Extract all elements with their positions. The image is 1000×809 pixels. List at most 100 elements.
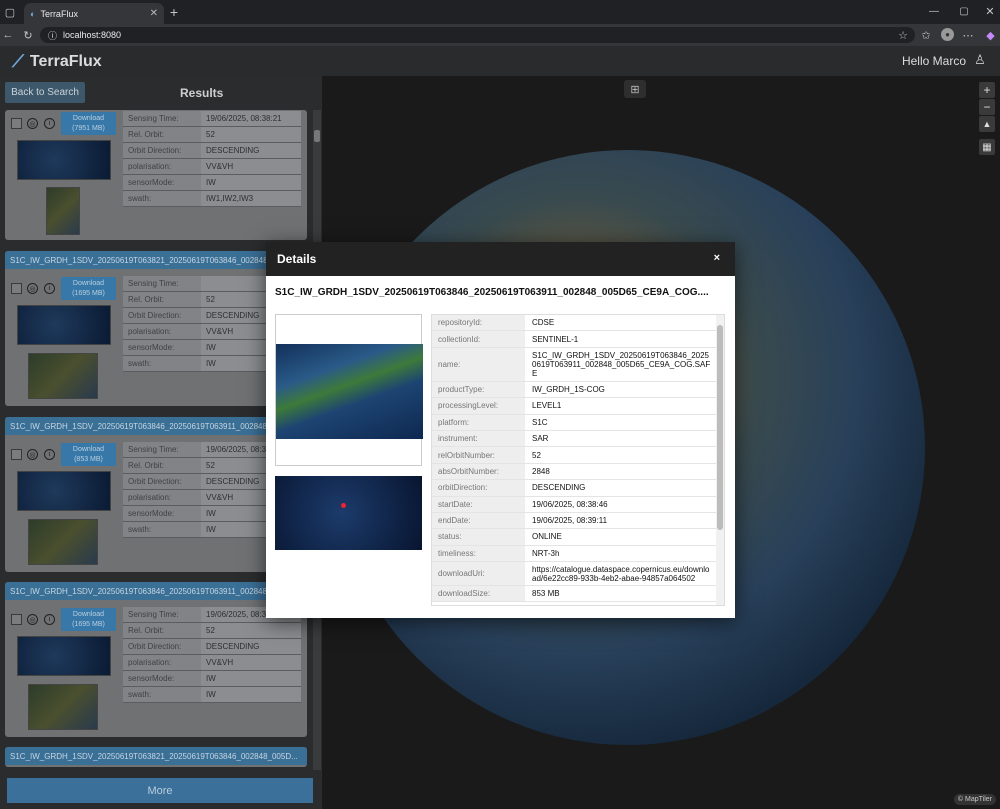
- download-button[interactable]: Download (1695 MB): [61, 608, 116, 631]
- card-title[interactable]: S1C_IW_GRDH_1SDV_20250619T063846_2025061…: [5, 582, 307, 600]
- info-icon[interactable]: i: [44, 283, 55, 294]
- reload-icon[interactable]: ↻: [22, 28, 34, 42]
- user-icon[interactable]: ♙: [973, 52, 987, 68]
- scrollbar-thumb[interactable]: [717, 325, 723, 530]
- attr-key: sensorMode:: [123, 340, 201, 355]
- satellite-icon[interactable]: ⊞: [624, 80, 646, 98]
- footprint-map-thumbnail: [17, 140, 111, 180]
- profile-avatar[interactable]: ●: [941, 28, 954, 41]
- attr-key: sensorMode:: [123, 175, 201, 190]
- attr-key: swath:: [123, 522, 201, 537]
- close-modal-button[interactable]: ×: [714, 252, 720, 264]
- detail-value: CDSE: [532, 318, 555, 328]
- browser-tab[interactable]: ◐ TerraFlux ✕: [24, 3, 164, 24]
- locate-icon[interactable]: ◎: [27, 449, 38, 460]
- scrollbar-thumb[interactable]: [314, 130, 320, 142]
- details-scrollbar[interactable]: [716, 315, 724, 605]
- detail-key: startDate:: [432, 496, 525, 512]
- detail-value: 2848: [532, 466, 550, 476]
- site-info-icon[interactable]: ⓘ: [48, 29, 57, 42]
- detail-key: orbitDirection:: [432, 480, 525, 496]
- quicklook-image: [276, 344, 423, 439]
- url-text: localhost:8080: [63, 30, 122, 40]
- quicklook-thumbnail: [46, 187, 80, 235]
- attr-key: polarisation:: [123, 324, 201, 339]
- detail-key: collectionId:: [432, 331, 525, 347]
- back-to-search-button[interactable]: Back to Search: [5, 82, 85, 103]
- attr-key: Orbit Direction:: [123, 474, 201, 489]
- attr-value: IW: [201, 671, 301, 686]
- attr-value: DESCENDING: [201, 143, 301, 158]
- maximize-icon[interactable]: ▢: [958, 5, 970, 17]
- card-title[interactable]: S1C_IW_GRDH_1SDV_20250619T063821_2025061…: [5, 747, 307, 765]
- app-logo: ⟋ TerraFlux: [12, 52, 102, 72]
- map-attribution[interactable]: © MapTiler: [953, 794, 996, 805]
- minimize-icon[interactable]: —: [928, 5, 940, 17]
- attr-key: Sensing Time:: [123, 607, 201, 622]
- detail-key: endDate:: [432, 512, 525, 529]
- close-tab-icon[interactable]: ✕: [150, 8, 158, 19]
- zoom-in-button[interactable]: +: [979, 82, 995, 98]
- locate-icon[interactable]: ◎: [27, 283, 38, 294]
- attr-key: Rel. Orbit:: [123, 127, 201, 142]
- details-modal: Details × S1C_IW_GRDH_1SDV_20250619T0638…: [266, 242, 735, 618]
- download-button[interactable]: Download (1695 MB): [61, 277, 116, 300]
- select-checkbox[interactable]: [11, 283, 22, 294]
- new-tab-icon[interactable]: +: [168, 4, 180, 20]
- quicklook-thumbnail: [28, 353, 98, 399]
- detail-key: timeliness:: [432, 545, 525, 562]
- address-bar[interactable]: ⓘ localhost:8080: [40, 27, 915, 43]
- attr-key: Orbit Direction:: [123, 308, 201, 323]
- map-layers-icon[interactable]: ▦: [979, 139, 995, 155]
- attr-value: DESCENDING: [201, 639, 301, 654]
- attr-key: Sensing Time:: [123, 442, 201, 457]
- attr-key: Orbit Direction:: [123, 639, 201, 654]
- detail-value: ONLINE: [532, 532, 562, 542]
- select-checkbox[interactable]: [11, 118, 22, 129]
- info-icon[interactable]: i: [44, 118, 55, 129]
- download-button[interactable]: Download (7951 MB): [61, 112, 116, 135]
- attr-key: sensorMode:: [123, 506, 201, 521]
- compass-icon[interactable]: ▲: [979, 116, 995, 132]
- more-button[interactable]: More: [7, 778, 313, 803]
- details-table: repositoryId: CDSE collectionId: SENTINEL-…: [431, 314, 725, 606]
- detail-key: repositoryId:: [432, 315, 525, 331]
- select-checkbox[interactable]: [11, 449, 22, 460]
- back-icon[interactable]: ←: [2, 28, 14, 42]
- quicklook-thumbnail: [28, 519, 98, 565]
- attr-value: IW: [201, 175, 301, 190]
- footprint-map-image: [275, 476, 422, 550]
- modal-header: Details: [266, 242, 735, 276]
- detail-value: IW_GRDH_1S-COG: [532, 384, 605, 394]
- attr-value: 19/06/2025, 08:38:21: [201, 111, 301, 126]
- attr-value: VV&VH: [201, 655, 301, 670]
- app-header: [0, 46, 1000, 76]
- select-checkbox[interactable]: [11, 614, 22, 625]
- attr-key: Sensing Time:: [123, 276, 201, 291]
- card-title[interactable]: S1C_IW_GRDH_1SDV_20250619T063846_2025061…: [5, 417, 307, 435]
- info-icon[interactable]: i: [44, 614, 55, 625]
- copilot-icon[interactable]: ◆: [984, 28, 997, 42]
- attr-value: IW: [201, 687, 301, 702]
- locate-icon[interactable]: ◎: [27, 118, 38, 129]
- sidebar-toggle-icon[interactable]: ▢: [4, 6, 16, 19]
- favorites-icon[interactable]: ✩: [920, 28, 932, 42]
- info-icon[interactable]: i: [44, 449, 55, 460]
- close-window-icon[interactable]: ✕: [984, 5, 996, 18]
- card-title[interactable]: S1C_IW_GRDH_1SDV_20250619T063821_2025061…: [5, 251, 307, 269]
- logo-icon: ⟋: [12, 52, 24, 71]
- zoom-out-button[interactable]: −: [979, 99, 995, 115]
- locate-icon[interactable]: ◎: [27, 614, 38, 625]
- download-button[interactable]: Download (853 MB): [61, 443, 116, 466]
- attribute-table: Sensing Time: 19/06/2025, 08:38:21 Rel. O…: [123, 111, 301, 207]
- detail-key: absOrbitNumber:: [432, 463, 525, 480]
- detail-value[interactable]: https://catalogue.dataspace.copernicus.e…: [525, 562, 724, 585]
- detail-key: downloadSize:: [432, 586, 525, 602]
- product-title: S1C_IW_GRDH_1SDV_20250619T063846_2025061…: [275, 287, 709, 298]
- more-menu-icon[interactable]: ⋯: [962, 28, 974, 42]
- attr-value: 52: [201, 127, 301, 142]
- attr-key: sensorMode:: [123, 671, 201, 686]
- bookmark-star-icon[interactable]: ☆: [897, 28, 909, 42]
- result-card: ◎ i Download (7951 MB) Sensing Time: 19/0…: [5, 110, 307, 240]
- app-name: TerraFlux: [29, 53, 102, 70]
